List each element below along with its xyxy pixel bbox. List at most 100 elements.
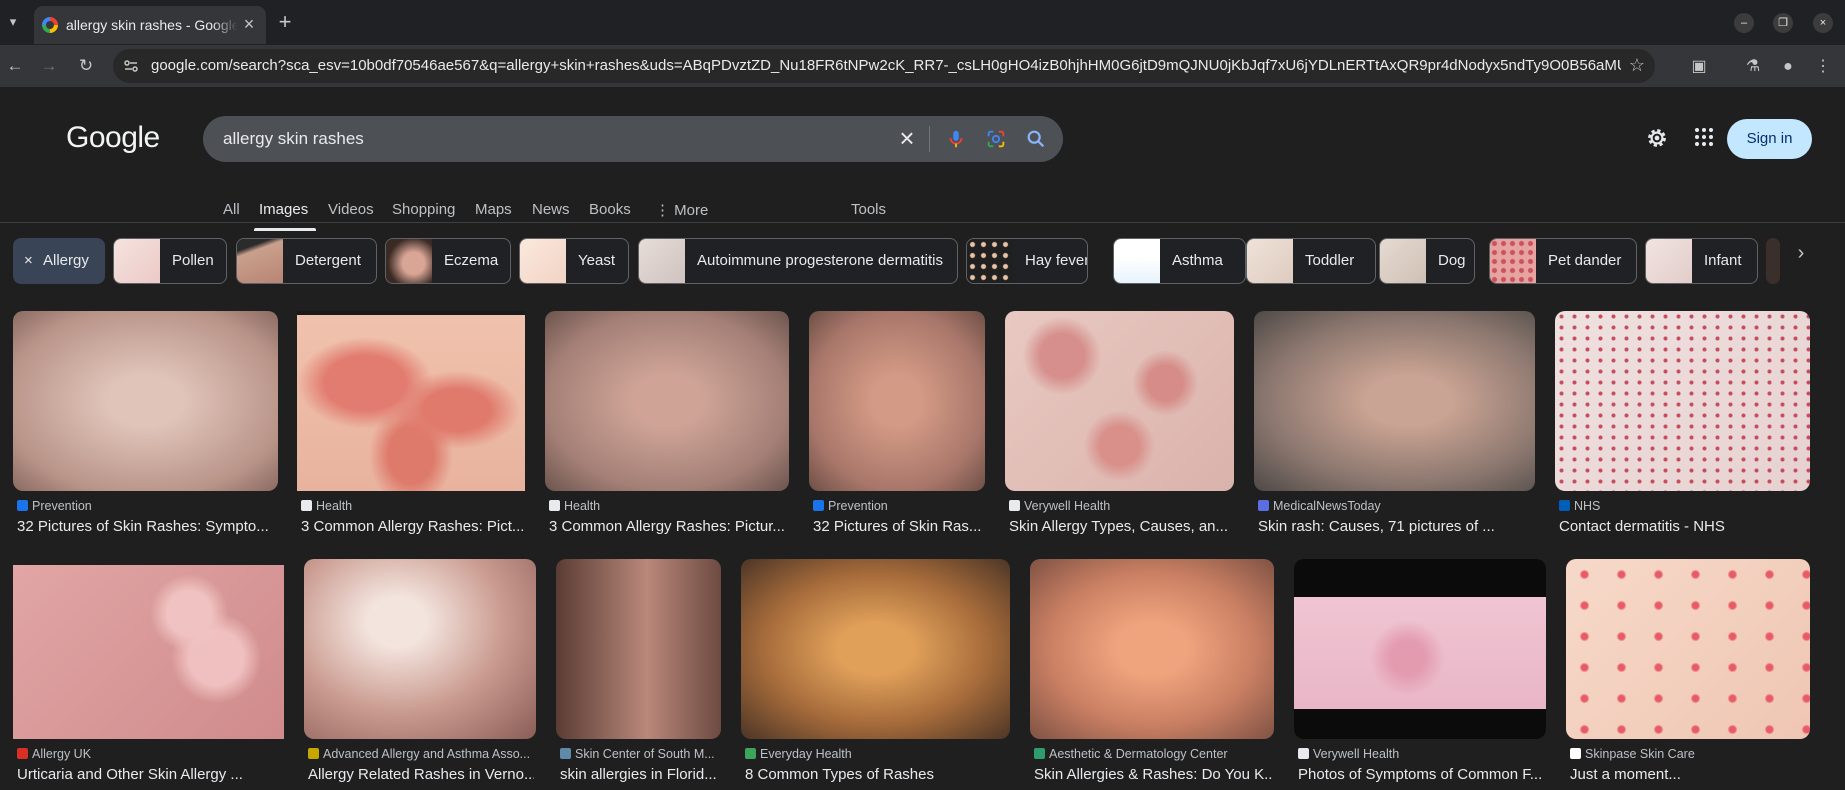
result-source[interactable]: Health [549, 499, 787, 513]
result-source[interactable]: Verywell Health [1009, 499, 1232, 513]
browser-tab[interactable]: allergy skin rashes - Google Search × [34, 6, 266, 44]
result-thumbnail[interactable] [1566, 559, 1810, 739]
result-thumbnail[interactable] [13, 311, 278, 491]
result-source[interactable]: NHS [1559, 499, 1808, 513]
search-input[interactable]: allergy skin rashes [223, 129, 364, 149]
chip-yeast[interactable]: Yeast [519, 238, 629, 284]
extensions-puzzle-icon[interactable]: ▣ [1688, 56, 1710, 78]
site-settings-icon[interactable] [123, 58, 139, 74]
result-source[interactable]: MedicalNewsToday [1258, 499, 1533, 513]
result-source[interactable]: Everyday Health [745, 747, 1008, 761]
result-title[interactable]: 32 Pictures of Skin Ras... [813, 518, 983, 535]
result-title[interactable]: Urticaria and Other Skin Allergy ... [17, 766, 282, 783]
tab-search-chevron-icon[interactable]: ▾ [3, 12, 23, 32]
result-title[interactable]: Skin Allergies & Rashes: Do You K... [1034, 766, 1272, 783]
result-thumbnail[interactable] [1030, 559, 1274, 739]
result-title[interactable]: Skin Allergy Types, Causes, an... [1009, 518, 1232, 535]
result-thumbnail[interactable] [13, 559, 284, 739]
chip-eczema[interactable]: Eczema [385, 238, 511, 284]
forward-arrow-icon[interactable]: → [38, 55, 60, 77]
result-title[interactable]: Photos of Symptoms of Common F... [1298, 766, 1544, 783]
result-thumbnail[interactable] [809, 311, 985, 491]
tab-news[interactable]: News [532, 201, 570, 218]
result-source[interactable]: Prevention [17, 499, 275, 513]
search-type-tabs: All Images Videos Shopping Maps News Boo… [0, 191, 1845, 231]
source-favicon-icon [813, 500, 824, 511]
chip-allergy[interactable]: × Allergy [13, 238, 105, 284]
chip-dog[interactable]: Dog [1379, 238, 1475, 284]
restore-window-icon[interactable]: ❐ [1773, 13, 1793, 33]
result-source[interactable]: Allergy UK [17, 747, 282, 761]
tab-tools[interactable]: Tools [851, 201, 886, 218]
chip-label: Asthma [1172, 252, 1223, 269]
source-name: Verywell Health [1313, 747, 1400, 761]
tab-all[interactable]: All [223, 201, 240, 218]
profile-icon[interactable]: ● [1777, 56, 1799, 78]
result-title[interactable]: skin allergies in Florid... [560, 766, 719, 783]
result-title[interactable]: Skin rash: Causes, 71 pictures of ... [1258, 518, 1533, 535]
result-thumbnail[interactable] [304, 559, 536, 739]
result-thumbnail[interactable] [545, 311, 789, 491]
search-box[interactable]: allergy skin rashes × [203, 116, 1063, 162]
result-thumbnail[interactable] [1555, 311, 1810, 491]
minimize-window-icon[interactable]: – [1734, 13, 1754, 33]
result-source[interactable]: Verywell Health [1298, 747, 1544, 761]
chip-infant[interactable]: Infant [1645, 238, 1758, 284]
bookmark-star-icon[interactable]: ☆ [1629, 55, 1645, 76]
result-thumbnail[interactable] [741, 559, 1010, 739]
tab-maps[interactable]: Maps [475, 201, 512, 218]
refine-chips-row: × Allergy Pollen Detergent Eczema Yeast … [0, 238, 1780, 288]
tab-books[interactable]: Books [589, 201, 631, 218]
result-thumbnail[interactable] [1005, 311, 1234, 491]
chip-thumbnail [967, 239, 1013, 283]
result-title[interactable]: 3 Common Allergy Rashes: Pict... [301, 518, 523, 535]
close-window-icon[interactable]: × [1813, 13, 1833, 33]
new-tab-plus-icon[interactable]: + [274, 11, 296, 33]
lens-camera-icon[interactable] [985, 128, 1007, 150]
chip-detergent[interactable]: Detergent [236, 238, 377, 284]
tab-videos[interactable]: Videos [328, 201, 374, 218]
chip-thumbnail [1114, 239, 1160, 283]
result-source[interactable]: Aesthetic & Dermatology Center [1034, 747, 1272, 761]
source-name: MedicalNewsToday [1273, 499, 1381, 513]
chip-autoimmune-progesterone-dermatitis[interactable]: Autoimmune progesterone dermatitis [638, 238, 958, 284]
settings-gear-icon[interactable] [1644, 125, 1670, 151]
result-thumbnail[interactable] [1294, 559, 1546, 739]
chip-hay-fever[interactable]: Hay fever [966, 238, 1088, 284]
clear-search-icon[interactable]: × [893, 124, 921, 152]
result-thumbnail[interactable] [556, 559, 721, 739]
voice-search-mic-icon[interactable] [945, 128, 967, 150]
result-thumbnail[interactable] [1254, 311, 1535, 491]
result-title[interactable]: 3 Common Allergy Rashes: Pictur... [549, 518, 787, 535]
back-arrow-icon[interactable]: ← [4, 55, 26, 77]
chip-toddler[interactable]: Toddler [1246, 238, 1376, 284]
tab-more[interactable]: ⋮ More [655, 201, 708, 219]
result-title[interactable]: 8 Common Types of Rashes [745, 766, 1008, 783]
result-source[interactable]: Skinpase Skin Care [1570, 747, 1808, 761]
google-apps-grid-icon[interactable] [1692, 125, 1716, 149]
search-magnifier-icon[interactable] [1025, 128, 1047, 150]
chip-asthma[interactable]: Asthma [1113, 238, 1246, 284]
result-title[interactable]: Just a moment... [1570, 766, 1808, 783]
result-source[interactable]: Skin Center of South M... [560, 747, 719, 761]
chip-pet-dander[interactable]: Pet dander [1489, 238, 1637, 284]
labs-flask-icon[interactable]: ⚗ [1742, 56, 1764, 78]
chrome-menu-icon[interactable]: ⋮ [1812, 56, 1834, 78]
close-tab-icon[interactable]: × [240, 15, 258, 33]
result-title[interactable]: Contact dermatitis - NHS [1559, 518, 1808, 535]
google-logo[interactable]: Google [66, 121, 160, 155]
result-title[interactable]: 32 Pictures of Skin Rashes: Sympto... [17, 518, 275, 535]
chips-scroll-right-chevron-icon[interactable]: › [1790, 242, 1812, 264]
chip-label: Pet dander [1548, 252, 1622, 269]
chip-pollen[interactable]: Pollen [113, 238, 227, 284]
reload-icon[interactable]: ↻ [75, 55, 97, 77]
result-thumbnail[interactable] [297, 311, 525, 491]
result-source[interactable]: Advanced Allergy and Asthma Asso... [308, 747, 534, 761]
sign-in-button[interactable]: Sign in [1727, 119, 1812, 159]
tab-images[interactable]: Images [259, 201, 308, 218]
omnibox[interactable]: google.com/search?sca_esv=10b0df70546ae5… [113, 49, 1655, 83]
tab-shopping[interactable]: Shopping [392, 201, 455, 218]
result-source[interactable]: Health [301, 499, 523, 513]
result-source[interactable]: Prevention [813, 499, 983, 513]
result-title[interactable]: Allergy Related Rashes in Verno... [308, 766, 534, 783]
